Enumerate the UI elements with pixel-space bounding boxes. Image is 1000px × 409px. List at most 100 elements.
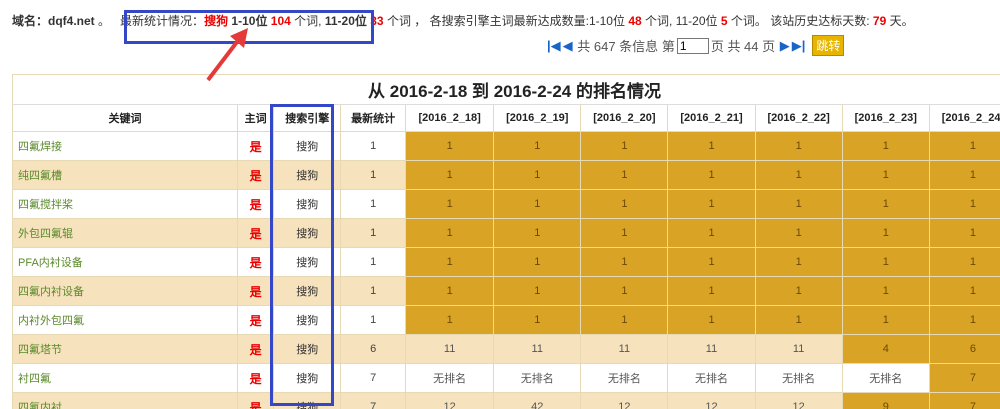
rank-cell: 1 bbox=[493, 189, 582, 219]
rank-cell: 1 bbox=[580, 218, 669, 248]
domain-label: 域名： bbox=[12, 14, 49, 28]
header-date-6: [2016_2_23] bbox=[841, 104, 930, 132]
keyword-link[interactable]: 衬四氟 bbox=[12, 363, 238, 393]
rank-cell: 12 bbox=[754, 392, 843, 409]
all-words-text: 个词, 11-20位 bbox=[645, 14, 718, 28]
rank-cell: 1 bbox=[493, 276, 582, 306]
rank-cell: 1 bbox=[667, 218, 756, 248]
header-date-4: [2016_2_21] bbox=[667, 104, 756, 132]
main-word-flag: 是 bbox=[236, 363, 275, 393]
rank-cell: 12 bbox=[580, 392, 669, 409]
keyword-link[interactable]: 四氟搅拌桨 bbox=[12, 189, 238, 219]
latest-rank-cell: 7 bbox=[340, 392, 407, 409]
rank-cell: 1 bbox=[667, 276, 756, 306]
rank-cell: 1 bbox=[667, 131, 756, 161]
table-row: 纯四氟槽是搜狗 1 1 1 1 1 1 1 1 bbox=[12, 160, 1000, 190]
keyword-link[interactable]: PFA内衬设备 bbox=[12, 247, 238, 277]
rank-cell: 1 bbox=[841, 276, 930, 306]
words-text-2: 个词 bbox=[386, 14, 411, 28]
keyword-link[interactable]: 四氟内衬 bbox=[12, 392, 238, 409]
main-word-flag: 是 bbox=[236, 160, 275, 190]
red-arrow-icon bbox=[206, 28, 248, 82]
all-range1-count: 48 bbox=[628, 14, 642, 28]
keyword-link[interactable]: 纯四氟槽 bbox=[12, 160, 238, 190]
rank-cell: 42 bbox=[493, 392, 582, 409]
rank-cell: 1 bbox=[493, 305, 582, 335]
all-range2-count: 5 bbox=[720, 14, 728, 28]
next-page-icon[interactable]: ▶ bbox=[780, 38, 790, 54]
table-row: 四氟焊接是搜狗 1 1 1 1 1 1 1 1 bbox=[12, 131, 1000, 161]
table-body: 四氟焊接是搜狗 1 1 1 1 1 1 1 1 纯四氟槽是搜狗 1 1 1 1 1 1 1 1 四氟搅拌桨是搜狗 1 1… bbox=[12, 131, 1000, 409]
header-date-7: [2016_2_24] bbox=[928, 104, 1000, 132]
table-row: 内衬外包四氟是搜狗 1 1 1 1 1 1 1 1 bbox=[12, 305, 1000, 335]
rank-cell: 1 bbox=[493, 247, 582, 277]
rank-cell: 1 bbox=[405, 131, 495, 161]
rank-cell: 无排名 bbox=[841, 363, 930, 393]
table-row: 衬四氟是搜狗 7 无排名 无排名 无排名 无排名 无排名 无排名 7 bbox=[12, 363, 1000, 393]
rank-cell: 1 bbox=[580, 276, 669, 306]
rank-cell: 1 bbox=[841, 305, 930, 335]
rank-cell: 11 bbox=[405, 334, 495, 364]
ranking-table-container: 从 2016-2-18 到 2016-2-24 的排名情况 关键词 主词 搜索引… bbox=[12, 74, 1000, 409]
header-keyword: 关键词 bbox=[12, 104, 238, 132]
rank-cell: 1 bbox=[841, 189, 930, 219]
keyword-link[interactable]: 内衬外包四氟 bbox=[12, 305, 238, 335]
rank-cell: 11 bbox=[493, 334, 582, 364]
rank-cell: 11 bbox=[580, 334, 669, 364]
header-main: 主词 bbox=[236, 104, 275, 132]
table-row: 外包四氟辊是搜狗 1 1 1 1 1 1 1 1 bbox=[12, 218, 1000, 248]
rank-cell: 1 bbox=[841, 131, 930, 161]
page-suffix: 页 共 44 页 bbox=[710, 39, 776, 54]
latest-rank-cell: 1 bbox=[340, 305, 407, 335]
rank-cell: 1 bbox=[928, 131, 1000, 161]
rank-cell: 11 bbox=[667, 334, 756, 364]
header-date-5: [2016_2_22] bbox=[754, 104, 843, 132]
table-row: 四氟内衬设备是搜狗 1 1 1 1 1 1 1 1 bbox=[12, 276, 1000, 306]
rank-cell: 1 bbox=[405, 305, 495, 335]
table-row: 四氟搅拌桨是搜狗 1 1 1 1 1 1 1 1 bbox=[12, 189, 1000, 219]
rank-cell: 1 bbox=[405, 276, 495, 306]
go-button[interactable]: 跳转 bbox=[812, 35, 845, 56]
latest-rank-cell: 7 bbox=[340, 363, 407, 393]
keyword-link[interactable]: 外包四氟辊 bbox=[12, 218, 238, 248]
table-row: 四氟塔节是搜狗 6 11 11 11 11 11 4 6 bbox=[12, 334, 1000, 364]
rank-cell: 7 bbox=[928, 392, 1000, 409]
separator: 。 bbox=[94, 14, 111, 28]
latest-rank-cell: 6 bbox=[340, 334, 407, 364]
rank-cell: 12 bbox=[667, 392, 756, 409]
page-input[interactable] bbox=[676, 37, 709, 54]
rank-cell: 7 bbox=[928, 363, 1000, 393]
main-word-flag: 是 bbox=[236, 189, 275, 219]
prev-page-icon[interactable]: ◀ bbox=[563, 38, 573, 54]
first-page-icon[interactable]: |◀ bbox=[547, 38, 561, 54]
main-word-flag: 是 bbox=[236, 247, 275, 277]
main-word-flag: 是 bbox=[236, 334, 275, 364]
rank-cell: 1 bbox=[841, 218, 930, 248]
latest-rank-cell: 1 bbox=[340, 189, 407, 219]
keyword-link[interactable]: 四氟内衬设备 bbox=[12, 276, 238, 306]
rank-cell: 12 bbox=[405, 392, 495, 409]
table-title: 从 2016-2-18 到 2016-2-24 的排名情况 bbox=[12, 74, 1000, 105]
ranking-table: 从 2016-2-18 到 2016-2-24 的排名情况 关键词 主词 搜索引… bbox=[12, 74, 1000, 409]
keyword-link[interactable]: 四氟焊接 bbox=[12, 131, 238, 161]
rank-cell: 1 bbox=[493, 131, 582, 161]
last-page-icon[interactable]: ▶| bbox=[792, 38, 806, 54]
all-engines-label: ， 各搜索引擎主词最新达成数量:1-10位 bbox=[414, 14, 625, 28]
rank-cell: 1 bbox=[493, 218, 582, 248]
rank-cell: 1 bbox=[405, 160, 495, 190]
rank-cell: 6 bbox=[928, 334, 1000, 364]
rank-cell: 1 bbox=[667, 247, 756, 277]
main-word-flag: 是 bbox=[236, 392, 275, 409]
main-word-flag: 是 bbox=[236, 131, 275, 161]
rank-cell: 1 bbox=[580, 305, 669, 335]
rank-cell: 1 bbox=[754, 218, 843, 248]
header-date-1: [2016_2_18] bbox=[405, 104, 495, 132]
rank-cell: 无排名 bbox=[493, 363, 582, 393]
rank-cell: 1 bbox=[667, 305, 756, 335]
rank-cell: 1 bbox=[580, 189, 669, 219]
rank-cell: 9 bbox=[841, 392, 930, 409]
keyword-link[interactable]: 四氟塔节 bbox=[12, 334, 238, 364]
rank-cell: 1 bbox=[928, 247, 1000, 277]
rank-cell: 1 bbox=[667, 160, 756, 190]
header-date-2: [2016_2_19] bbox=[493, 104, 582, 132]
